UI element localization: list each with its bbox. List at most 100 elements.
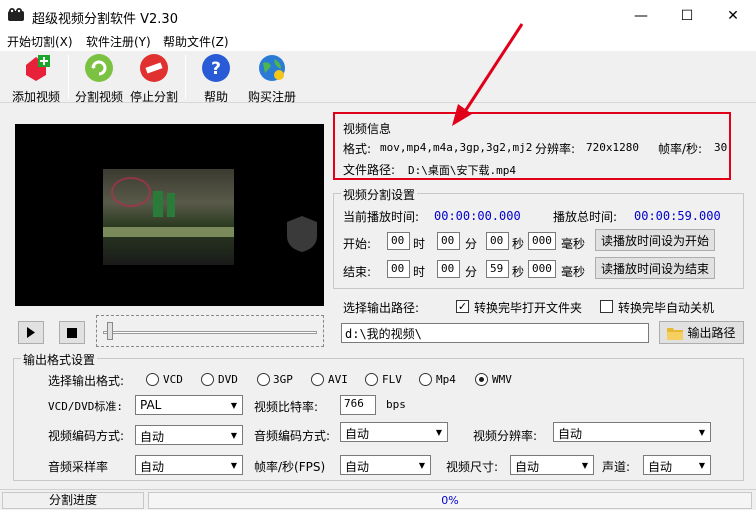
chevron-down-icon: ▼ <box>698 460 706 470</box>
audio-sample-select[interactable]: 自动 ▼ <box>135 455 243 475</box>
chevron-down-icon: ▼ <box>435 427 443 437</box>
progress-bar: 0% <box>148 492 752 509</box>
stop-split-button[interactable]: 停止分割 <box>128 53 180 104</box>
minute-unit: 分 <box>465 265 478 279</box>
split-video-button[interactable]: 分割视频 <box>73 53 125 104</box>
format-radio-mp4[interactable] <box>419 373 432 386</box>
total-time-value: 00:00:59.000 <box>634 209 721 223</box>
output-path-button[interactable]: 输出路径 <box>659 321 744 344</box>
fps-select[interactable]: 自动 ▼ <box>340 455 431 475</box>
format-radio-3gp[interactable] <box>257 373 270 386</box>
start-ms-input[interactable]: 000 <box>528 232 556 250</box>
chevron-down-icon: ▼ <box>418 460 426 470</box>
format-radio-flv[interactable] <box>365 373 378 386</box>
hour-unit: 时 <box>413 265 426 279</box>
chevron-down-icon: ▼ <box>581 460 589 470</box>
fps-select-label: 帧率/秒(FPS) <box>254 460 326 474</box>
end-second-input[interactable]: 59 <box>486 260 509 278</box>
video-codec-select[interactable]: 自动 ▼ <box>135 425 243 445</box>
fps-info-label: 帧率/秒: <box>658 142 703 156</box>
status-bar: 分割进度 0% <box>0 489 756 510</box>
play-button[interactable] <box>18 321 44 344</box>
video-size-select[interactable]: 自动 ▼ <box>510 455 594 475</box>
format-radio-dvd[interactable] <box>201 373 214 386</box>
open-folder-checkbox[interactable]: ✓ <box>456 300 469 313</box>
end-ms-input[interactable]: 000 <box>528 260 556 278</box>
split-video-label: 分割视频 <box>74 90 123 104</box>
set-start-button[interactable]: 读播放时间设为开始 <box>595 229 715 251</box>
format-radio-wmv[interactable] <box>475 373 488 386</box>
menu-start-cut[interactable]: 开始切割(X) <box>7 33 73 50</box>
set-end-button[interactable]: 读播放时间设为结束 <box>595 257 715 279</box>
audio-sample-value: 自动 <box>140 460 165 474</box>
bitrate-unit: bps <box>386 398 406 411</box>
bitrate-input[interactable]: 766 <box>340 395 376 415</box>
add-video-button[interactable]: 添加视频 <box>8 53 64 104</box>
end-minute-input[interactable]: 00 <box>437 260 460 278</box>
fps-select-value: 自动 <box>345 460 370 474</box>
audio-codec-label: 音频编码方式: <box>254 429 331 443</box>
resolution-value: 720x1280 <box>586 141 639 154</box>
current-time-value: 00:00:00.000 <box>434 209 521 223</box>
format-radio-avi[interactable] <box>311 373 324 386</box>
buy-register-label: 购买注册 <box>247 90 296 104</box>
format-settings-title: 输出格式设置 <box>21 351 98 368</box>
end-label: 结束: <box>343 265 372 279</box>
menu-help-file[interactable]: 帮助文件(Z) <box>163 33 229 50</box>
video-resolution-label: 视频分辨率: <box>473 429 538 443</box>
progress-label: 分割进度 <box>2 492 144 509</box>
format-3gp-label: 3GP <box>273 373 293 386</box>
stop-icon <box>67 327 77 338</box>
ms-unit: 毫秒 <box>561 237 586 251</box>
vcd-std-label: VCD/DVD标准: <box>48 400 123 413</box>
seek-track <box>103 331 317 334</box>
film-reel-icon <box>8 8 24 21</box>
vcd-std-select[interactable]: PAL ▼ <box>135 395 243 415</box>
seek-slider[interactable] <box>96 315 324 347</box>
format-dvd-label: DVD <box>218 373 238 386</box>
start-second-input[interactable]: 00 <box>486 232 509 250</box>
file-path-value: D:\桌面\安下载.mp4 <box>408 164 516 177</box>
progress-text: 0% <box>441 494 459 507</box>
add-video-icon <box>26 55 50 81</box>
minute-unit: 分 <box>465 237 478 251</box>
video-resolution-select[interactable]: 自动 ▼ <box>553 422 711 442</box>
maximize-button[interactable]: ☐ <box>664 0 710 31</box>
menu-register[interactable]: 软件注册(Y) <box>86 33 151 50</box>
seek-thumb[interactable] <box>107 322 113 340</box>
video-codec-value: 自动 <box>140 430 165 444</box>
second-unit: 秒 <box>512 265 525 279</box>
help-icon: ? <box>202 54 230 82</box>
annotation-arrow <box>452 23 524 126</box>
menu-bar: 开始切割(X) 软件注册(Y) 帮助文件(Z) <box>0 31 756 51</box>
format-flv-label: FLV <box>382 373 402 386</box>
audio-codec-select[interactable]: 自动 ▼ <box>340 422 448 442</box>
video-codec-label: 视频编码方式: <box>48 429 125 443</box>
minimize-button[interactable]: — <box>618 0 664 31</box>
stop-button[interactable] <box>59 321 85 344</box>
audio-sample-label: 音频采样率 <box>48 460 109 474</box>
format-value: mov,mp4,m4a,3gp,3g2,mj2 <box>380 141 533 154</box>
second-unit: 秒 <box>512 237 525 251</box>
start-minute-input[interactable]: 00 <box>437 232 460 250</box>
open-folder-label: 转换完毕打开文件夹 <box>474 301 583 315</box>
video-resolution-value: 自动 <box>558 427 583 441</box>
video-size-label: 视频尺寸: <box>446 460 499 474</box>
help-button[interactable]: ? 帮助 <box>197 53 235 104</box>
end-hour-input[interactable]: 00 <box>387 260 410 278</box>
chevron-down-icon: ▼ <box>230 400 238 410</box>
globe-icon <box>259 55 285 81</box>
start-hour-input[interactable]: 00 <box>387 232 410 250</box>
split-settings-title: 视频分割设置 <box>341 186 418 203</box>
channel-select[interactable]: 自动 ▼ <box>643 455 711 475</box>
output-path-input[interactable]: d:\我的视频\ <box>341 323 649 343</box>
video-size-value: 自动 <box>515 460 540 474</box>
format-radio-vcd[interactable] <box>146 373 159 386</box>
watermark-shield-icon <box>287 216 317 252</box>
channel-label: 声道: <box>602 460 631 474</box>
auto-shutdown-checkbox[interactable] <box>600 300 613 313</box>
close-button[interactable]: ✕ <box>710 0 756 31</box>
buy-register-button[interactable]: 购买注册 <box>244 53 300 104</box>
resolution-label: 分辨率: <box>535 142 576 156</box>
output-path-label: 选择输出路径: <box>343 301 420 315</box>
